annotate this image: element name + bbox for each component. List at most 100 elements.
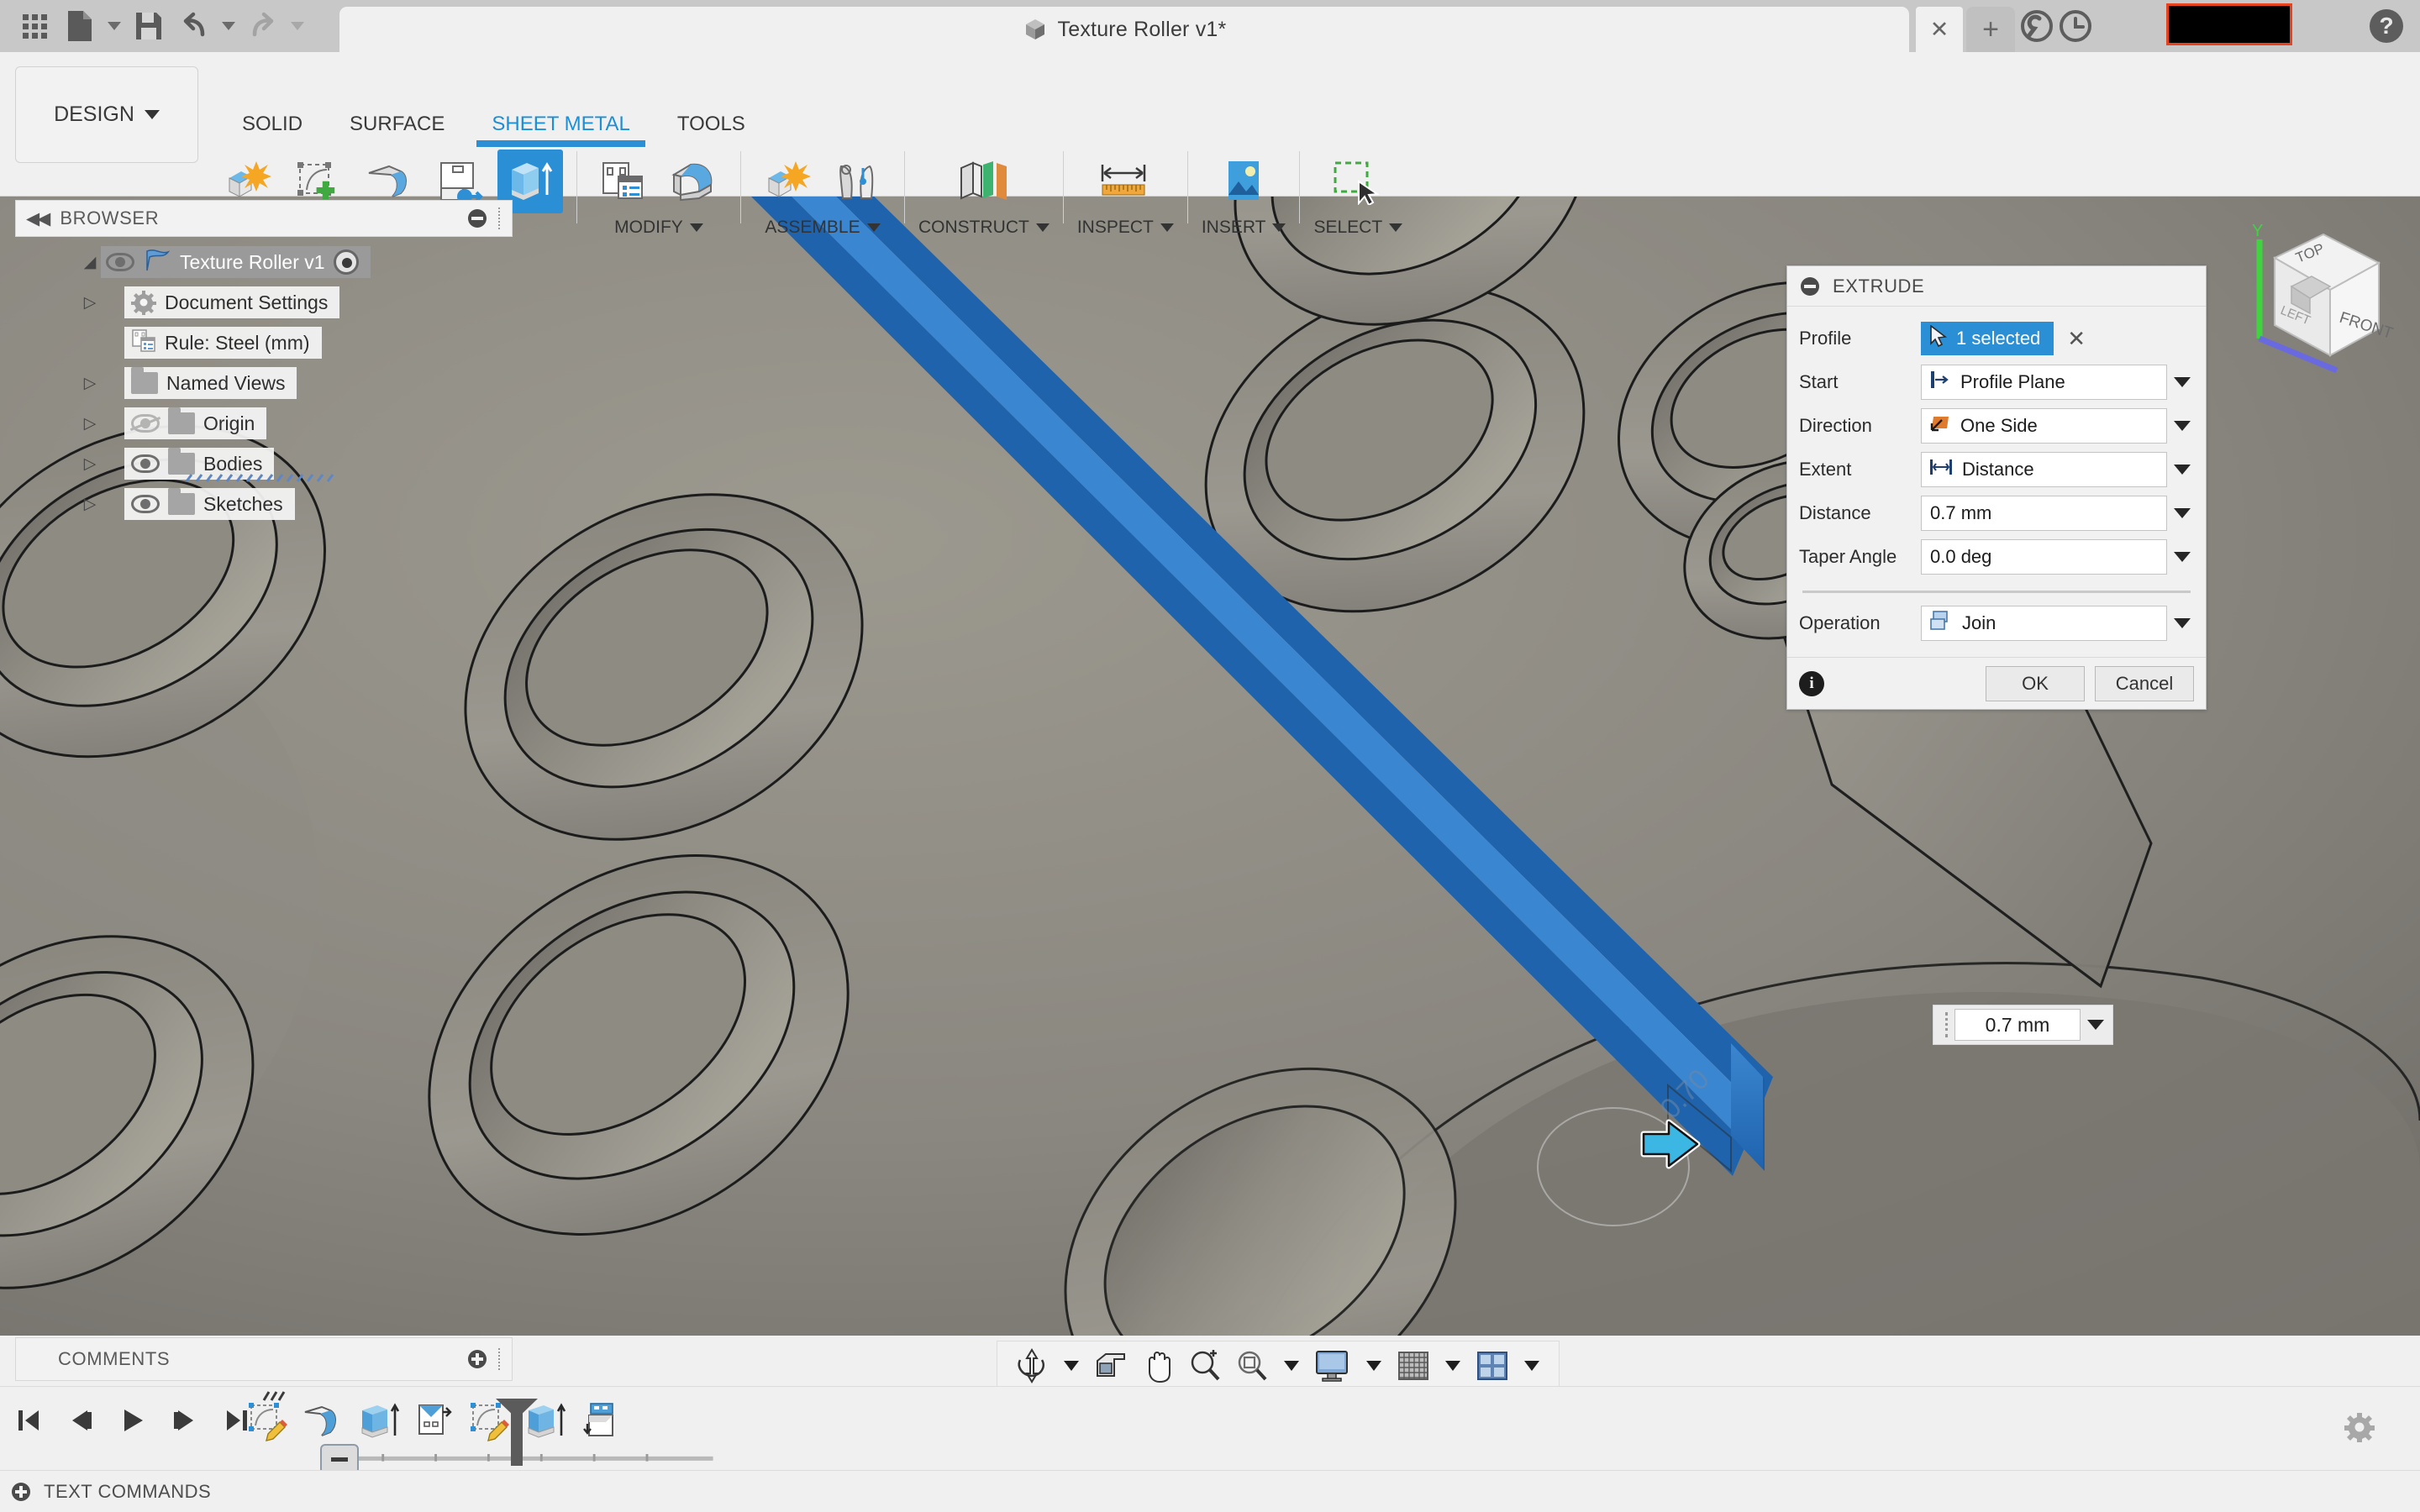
- display-caret-icon[interactable]: [1366, 1361, 1381, 1371]
- visibility-eye-icon[interactable]: [131, 454, 160, 473]
- canvas-dimension-input[interactable]: 0.7 mm: [1933, 1005, 2113, 1045]
- timeline-sketch-icon[interactable]: [244, 1391, 292, 1447]
- add-comment-icon[interactable]: [468, 1350, 487, 1368]
- clear-selection-icon[interactable]: ✕: [2062, 328, 2091, 349]
- undo-icon[interactable]: [173, 5, 215, 47]
- save-icon[interactable]: [128, 5, 170, 47]
- redo-icon[interactable]: [242, 5, 284, 47]
- tree-row-origin[interactable]: ▷ Origin: [15, 407, 513, 440]
- step-forward-icon[interactable]: [168, 1404, 202, 1437]
- pan-hand-icon[interactable]: [1135, 1344, 1181, 1388]
- chevron-down-icon[interactable]: [1389, 223, 1403, 232]
- dimension-value[interactable]: 0.7 mm: [1954, 1009, 2081, 1041]
- tree-row-bodies[interactable]: ▷ Bodies: [15, 447, 513, 482]
- profile-selection-chip[interactable]: 1 selected: [1921, 322, 2054, 355]
- activate-component-radio[interactable]: [333, 249, 359, 275]
- tree-row-document-settings[interactable]: ▷ Document Settings: [15, 286, 513, 319]
- step-back-icon[interactable]: [64, 1404, 97, 1437]
- expand-twisty-icon[interactable]: ▷: [79, 414, 101, 433]
- chevron-down-icon[interactable]: [2174, 552, 2191, 562]
- cancel-button[interactable]: Cancel: [2095, 665, 2194, 701]
- grid-caret-icon[interactable]: [1445, 1361, 1460, 1371]
- view-cube[interactable]: Y TOP FRONT LEFT: [2239, 214, 2407, 374]
- play-icon[interactable]: [116, 1404, 150, 1437]
- timeline-extrude-icon[interactable]: [355, 1395, 403, 1447]
- chevron-down-icon[interactable]: [2174, 421, 2191, 431]
- display-settings-icon[interactable]: [1308, 1344, 1357, 1388]
- orbit-caret-icon[interactable]: [1064, 1361, 1079, 1371]
- chevron-down-icon[interactable]: [2174, 377, 2191, 387]
- chevron-down-icon[interactable]: [2174, 508, 2191, 518]
- bend-icon[interactable]: [661, 150, 727, 213]
- expand-twisty-icon[interactable]: ▷: [79, 374, 101, 393]
- expand-twisty-icon[interactable]: ▷: [79, 293, 101, 312]
- direction-dropdown[interactable]: One Side: [1921, 408, 2167, 444]
- new-tab-button[interactable]: +: [1966, 7, 2015, 52]
- app-grid-icon[interactable]: [13, 5, 55, 47]
- visibility-eye-icon[interactable]: [106, 253, 134, 271]
- tree-row-sketches[interactable]: ▷ Sketches: [15, 487, 513, 521]
- tab-tools[interactable]: TOOLS: [654, 104, 769, 144]
- visibility-eye-icon[interactable]: [131, 414, 160, 433]
- timeline-unfold-icon[interactable]: [410, 1395, 459, 1447]
- job-status-clock-icon[interactable]: [2060, 10, 2091, 42]
- expand-text-commands-icon[interactable]: [12, 1482, 30, 1501]
- tree-row-root[interactable]: ◢ Texture Roller v1: [15, 245, 513, 279]
- taper-angle-input[interactable]: 0.0 deg: [1921, 539, 2167, 575]
- minimize-icon[interactable]: [1801, 276, 1819, 296]
- new-component-icon[interactable]: [755, 150, 820, 213]
- tab-sheet-metal[interactable]: SHEET METAL: [468, 104, 653, 147]
- zoom-magnifier-icon[interactable]: [1182, 1344, 1228, 1388]
- close-tab-button[interactable]: ✕: [1916, 7, 1963, 52]
- joint-icon[interactable]: [825, 150, 891, 213]
- collapse-panel-icon[interactable]: ◀◀: [26, 208, 50, 229]
- ok-button[interactable]: OK: [1986, 665, 2085, 701]
- timeline-refold-icon[interactable]: [576, 1395, 625, 1447]
- tree-row-named-views[interactable]: ▷ Named Views: [15, 366, 513, 400]
- minimize-icon[interactable]: [468, 209, 487, 228]
- gear-icon[interactable]: [2344, 1412, 2375, 1443]
- new-file-icon[interactable]: [59, 5, 101, 47]
- visibility-eye-icon[interactable]: [131, 495, 160, 513]
- grid-snaps-icon[interactable]: [1391, 1344, 1436, 1388]
- chevron-down-icon[interactable]: [1272, 223, 1286, 232]
- chevron-down-icon[interactable]: [689, 223, 703, 232]
- distance-input[interactable]: 0.7 mm: [1921, 496, 2167, 531]
- expand-twisty-icon[interactable]: ▷: [79, 495, 101, 514]
- tree-row-rule[interactable]: Rule: Steel (mm): [15, 326, 513, 360]
- timeline-flange-icon[interactable]: [299, 1395, 348, 1447]
- zoom-window-icon[interactable]: [1229, 1344, 1275, 1388]
- rule-icon[interactable]: [591, 150, 656, 213]
- chevron-down-icon[interactable]: [1035, 223, 1050, 232]
- dimension-dropdown-caret[interactable]: [2087, 1020, 2104, 1030]
- expand-twisty-icon[interactable]: ▷: [79, 454, 101, 474]
- account-name-redacted-box[interactable]: [2166, 3, 2292, 45]
- go-to-beginning-icon[interactable]: [12, 1404, 45, 1437]
- viewports-caret-icon[interactable]: [1524, 1361, 1539, 1371]
- chevron-down-icon[interactable]: [2174, 465, 2191, 475]
- orbit-icon[interactable]: [1009, 1344, 1055, 1388]
- tab-solid[interactable]: SOLID: [218, 104, 326, 144]
- select-window-icon[interactable]: [1325, 150, 1391, 213]
- workspace-switcher-button[interactable]: DESIGN: [15, 66, 198, 163]
- undo-caret-icon[interactable]: [218, 5, 239, 47]
- expand-twisty-icon[interactable]: ◢: [79, 253, 101, 272]
- construct-plane-icon[interactable]: [951, 150, 1017, 213]
- chevron-down-icon[interactable]: [866, 223, 881, 232]
- dimension-drag-grip[interactable]: [1945, 1012, 1948, 1037]
- panel-resize-grip[interactable]: [498, 1348, 502, 1370]
- panel-resize-grip[interactable]: [498, 207, 502, 229]
- look-at-icon[interactable]: [1088, 1344, 1134, 1388]
- info-icon[interactable]: i: [1799, 670, 1824, 696]
- start-dropdown[interactable]: Profile Plane: [1921, 365, 2167, 400]
- measure-icon[interactable]: [1092, 150, 1158, 213]
- extensions-icon[interactable]: [2021, 10, 2053, 42]
- extent-dropdown[interactable]: Distance: [1921, 452, 2167, 487]
- timeline-end-marker[interactable]: [496, 1399, 538, 1466]
- chevron-down-icon[interactable]: [2174, 618, 2191, 628]
- zoom-caret-icon[interactable]: [1284, 1361, 1299, 1371]
- insert-image-icon[interactable]: [1211, 150, 1276, 213]
- document-tab[interactable]: Texture Roller v1*: [339, 7, 1909, 52]
- help-icon[interactable]: ?: [2370, 9, 2403, 43]
- operation-dropdown[interactable]: Join: [1921, 606, 2167, 641]
